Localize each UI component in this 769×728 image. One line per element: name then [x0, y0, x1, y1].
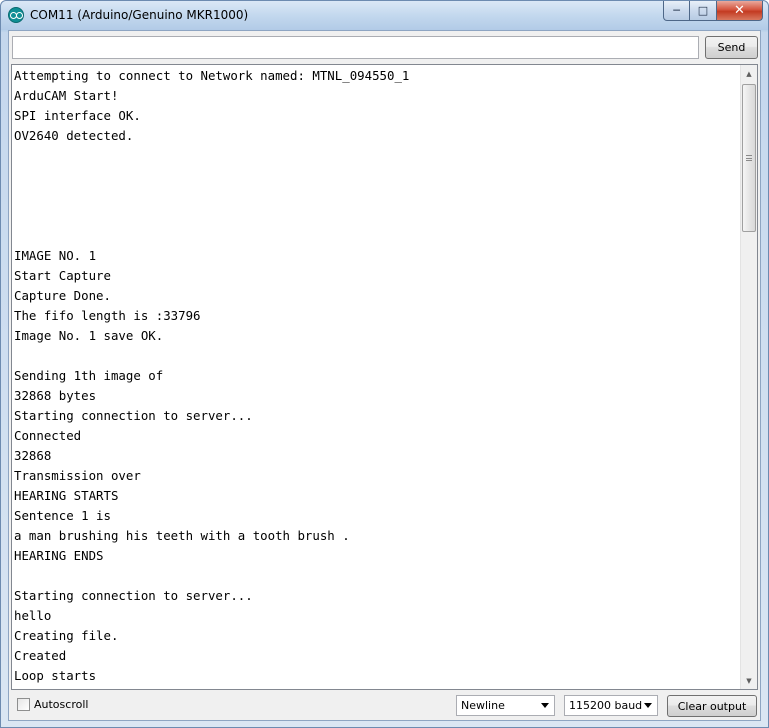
- console-line: Created: [14, 648, 67, 663]
- minimize-button[interactable]: ─: [663, 1, 690, 21]
- clear-output-button[interactable]: Clear output: [667, 695, 757, 717]
- console-line: Attempting to connect to Network named: …: [14, 68, 410, 83]
- maximize-button[interactable]: □: [690, 1, 717, 21]
- serial-output-text: Attempting to connect to Network named: …: [14, 66, 744, 686]
- console-line: hello: [14, 608, 52, 623]
- console-line: HEARING STARTS: [14, 488, 119, 503]
- console-line: Starting connection to server...: [14, 588, 253, 603]
- console-line: OV2640 detected.: [14, 128, 134, 143]
- title-bar[interactable]: COM11 (Arduino/Genuino MKR1000) ─ □ ✕: [1, 1, 768, 30]
- send-button[interactable]: Send: [705, 36, 758, 59]
- console-line: a man brushing his teeth with a tooth br…: [14, 528, 350, 543]
- console-line: SPI interface OK.: [14, 108, 141, 123]
- console-line: Loop starts: [14, 668, 97, 683]
- console-line: 32868 bytes: [14, 388, 97, 403]
- console-line: ArduCAM Start!: [14, 88, 119, 103]
- console-line: Sentence 1 is: [14, 508, 111, 523]
- scroll-down-icon[interactable]: ▼: [741, 672, 757, 689]
- console-line: HEARING ENDS: [14, 548, 104, 563]
- scroll-up-icon[interactable]: ▲: [741, 65, 757, 82]
- baud-rate-value: 115200 baud: [569, 699, 643, 712]
- console-line: Sending 1th image of: [14, 368, 164, 383]
- console-line: The fifo length is :33796: [14, 308, 201, 323]
- chevron-down-icon: [644, 703, 652, 708]
- bottom-toolbar: Autoscroll Newline 115200 baud Clear out…: [9, 693, 760, 719]
- console-line: Connected: [14, 428, 82, 443]
- serial-output-area[interactable]: Attempting to connect to Network named: …: [11, 64, 758, 690]
- console-line: Capture Done.: [14, 288, 111, 303]
- vertical-scrollbar[interactable]: ▲ ▼: [740, 65, 757, 689]
- console-line: Start Capture: [14, 268, 111, 283]
- chevron-down-icon: [541, 703, 549, 708]
- window-title: COM11 (Arduino/Genuino MKR1000): [30, 8, 249, 22]
- console-line: IMAGE NO. 1: [14, 248, 97, 263]
- arduino-logo-icon: [8, 7, 24, 23]
- serial-monitor-client: Send Attempting to connect to Network na…: [8, 30, 761, 721]
- autoscroll-label: Autoscroll: [34, 698, 89, 711]
- scrollbar-thumb[interactable]: [742, 84, 756, 232]
- line-ending-select[interactable]: Newline: [456, 695, 555, 716]
- window-controls: ─ □ ✕: [663, 1, 763, 21]
- console-line: Image No. 1 save OK.: [14, 328, 164, 343]
- line-ending-value: Newline: [461, 699, 505, 712]
- console-line: 32868: [14, 448, 52, 463]
- send-row: Send: [12, 36, 758, 60]
- serial-input[interactable]: [12, 36, 699, 59]
- autoscroll-option[interactable]: Autoscroll: [17, 698, 88, 711]
- grip-icon: [746, 155, 752, 161]
- console-line: Starting connection to server...: [14, 408, 253, 423]
- serial-monitor-window: COM11 (Arduino/Genuino MKR1000) ─ □ ✕ Se…: [0, 0, 769, 728]
- console-line: Creating file.: [14, 628, 119, 643]
- console-line: Transmission over: [14, 468, 141, 483]
- close-button[interactable]: ✕: [717, 1, 763, 21]
- baud-rate-select[interactable]: 115200 baud: [564, 695, 658, 716]
- autoscroll-checkbox[interactable]: [17, 698, 30, 711]
